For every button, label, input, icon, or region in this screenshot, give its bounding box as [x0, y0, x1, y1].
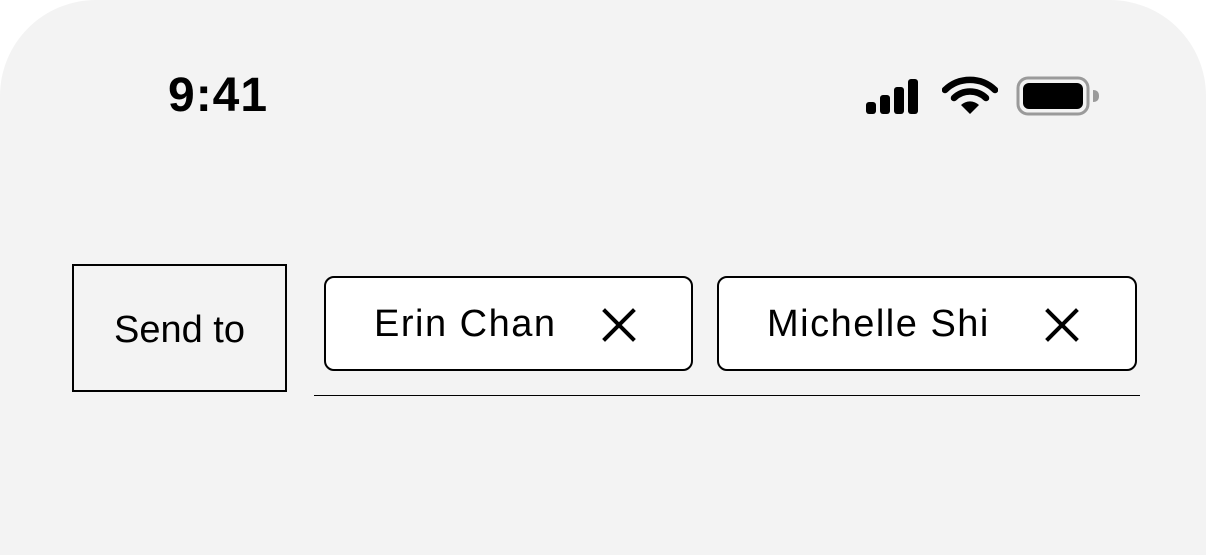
send-to-label: Send to — [72, 264, 287, 392]
close-icon[interactable] — [602, 308, 636, 342]
battery-icon — [1016, 76, 1099, 116]
close-icon[interactable] — [1045, 308, 1079, 342]
cellular-signal-icon — [866, 79, 918, 114]
recipient-field[interactable]: Erin Chan Michelle Shi — [314, 276, 1140, 396]
phone-screen: 9:41 Send to Erin Chan Michelle Shi — [0, 0, 1206, 555]
status-time: 9:41 — [168, 69, 269, 122]
recipient-chip-label: Erin Chan — [374, 302, 557, 345]
status-bar: 9:41 — [0, 0, 1206, 190]
wifi-icon — [942, 76, 998, 114]
status-icons — [864, 76, 1104, 116]
recipient-chip[interactable]: Michelle Shi — [717, 276, 1137, 371]
recipient-chip[interactable]: Erin Chan — [324, 276, 693, 371]
recipient-chip-label: Michelle Shi — [767, 302, 990, 345]
